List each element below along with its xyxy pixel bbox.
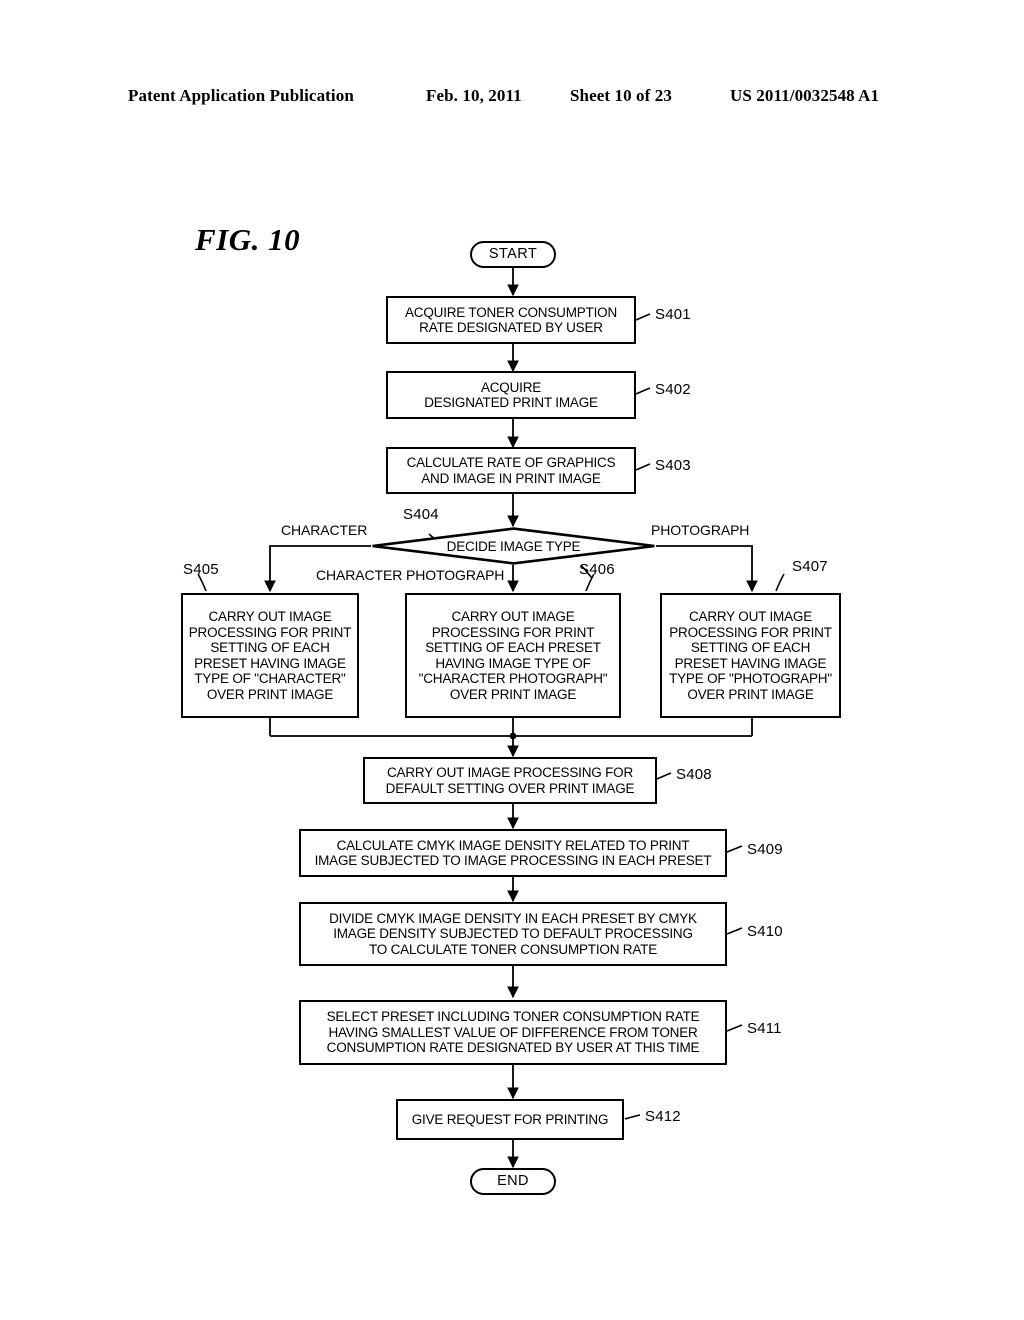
process-box-s407[interactable]: CARRY OUT IMAGE PROCESSING FOR PRINT SET…: [660, 593, 841, 718]
process-box-s408[interactable]: CARRY OUT IMAGE PROCESSING FOR DEFAULT S…: [363, 757, 657, 804]
step-tag-s412: S412: [645, 1108, 681, 1125]
end-terminal[interactable]: END: [470, 1168, 556, 1195]
step-tag-s405: S405: [183, 561, 219, 578]
start-terminal[interactable]: START: [470, 241, 556, 268]
step-tag-s408: S408: [676, 766, 712, 783]
process-box-s412[interactable]: GIVE REQUEST FOR PRINTING: [396, 1099, 624, 1140]
process-box-s405[interactable]: CARRY OUT IMAGE PROCESSING FOR PRINT SET…: [181, 593, 359, 718]
step-tag-s403: S403: [655, 457, 691, 474]
sheet-number: Sheet 10 of 23: [570, 86, 672, 105]
branch-label-character-photograph: CHARACTER PHOTOGRAPH: [316, 567, 505, 583]
patent-header: Patent Application Publication Feb. 10, …: [0, 86, 1024, 112]
process-box-s411[interactable]: SELECT PRESET INCLUDING TONER CONSUMPTIO…: [299, 1000, 727, 1065]
step-tag-s410: S410: [747, 923, 783, 940]
decision-label: DECIDE IMAGE TYPE: [446, 538, 581, 554]
process-box-s409[interactable]: CALCULATE CMYK IMAGE DENSITY RELATED TO …: [299, 829, 727, 877]
figure-label: FIG. 10: [195, 222, 301, 257]
step-tag-s402: S402: [655, 381, 691, 398]
process-box-s401[interactable]: ACQUIRE TONER CONSUMPTION RATE DESIGNATE…: [386, 296, 636, 344]
publication-date: Feb. 10, 2011: [426, 86, 522, 105]
decision-diamond-s404[interactable]: DECIDE IMAGE TYPE: [371, 527, 656, 565]
patent-number: US 2011/0032548 A1: [730, 86, 880, 105]
process-box-s403[interactable]: CALCULATE RATE OF GRAPHICS AND IMAGE IN …: [386, 447, 636, 494]
step-tag-s409: S409: [747, 841, 783, 858]
process-box-s406[interactable]: CARRY OUT IMAGE PROCESSING FOR PRINT SET…: [405, 593, 621, 718]
step-tag-s401: S401: [655, 306, 691, 323]
step-tag-s404: S404: [403, 506, 439, 523]
branch-label-character: CHARACTER: [281, 522, 368, 538]
step-tag-s411: S411: [747, 1020, 782, 1037]
branch-label-photograph: PHOTOGRAPH: [651, 522, 750, 538]
step-tag-s407: S407: [792, 558, 828, 575]
publication-label: Patent Application Publication: [128, 86, 354, 105]
process-box-s410[interactable]: DIVIDE CMYK IMAGE DENSITY IN EACH PRESET…: [299, 902, 727, 966]
step-tag-s406: S406: [579, 561, 615, 578]
process-box-s402[interactable]: ACQUIRE DESIGNATED PRINT IMAGE: [386, 371, 636, 419]
